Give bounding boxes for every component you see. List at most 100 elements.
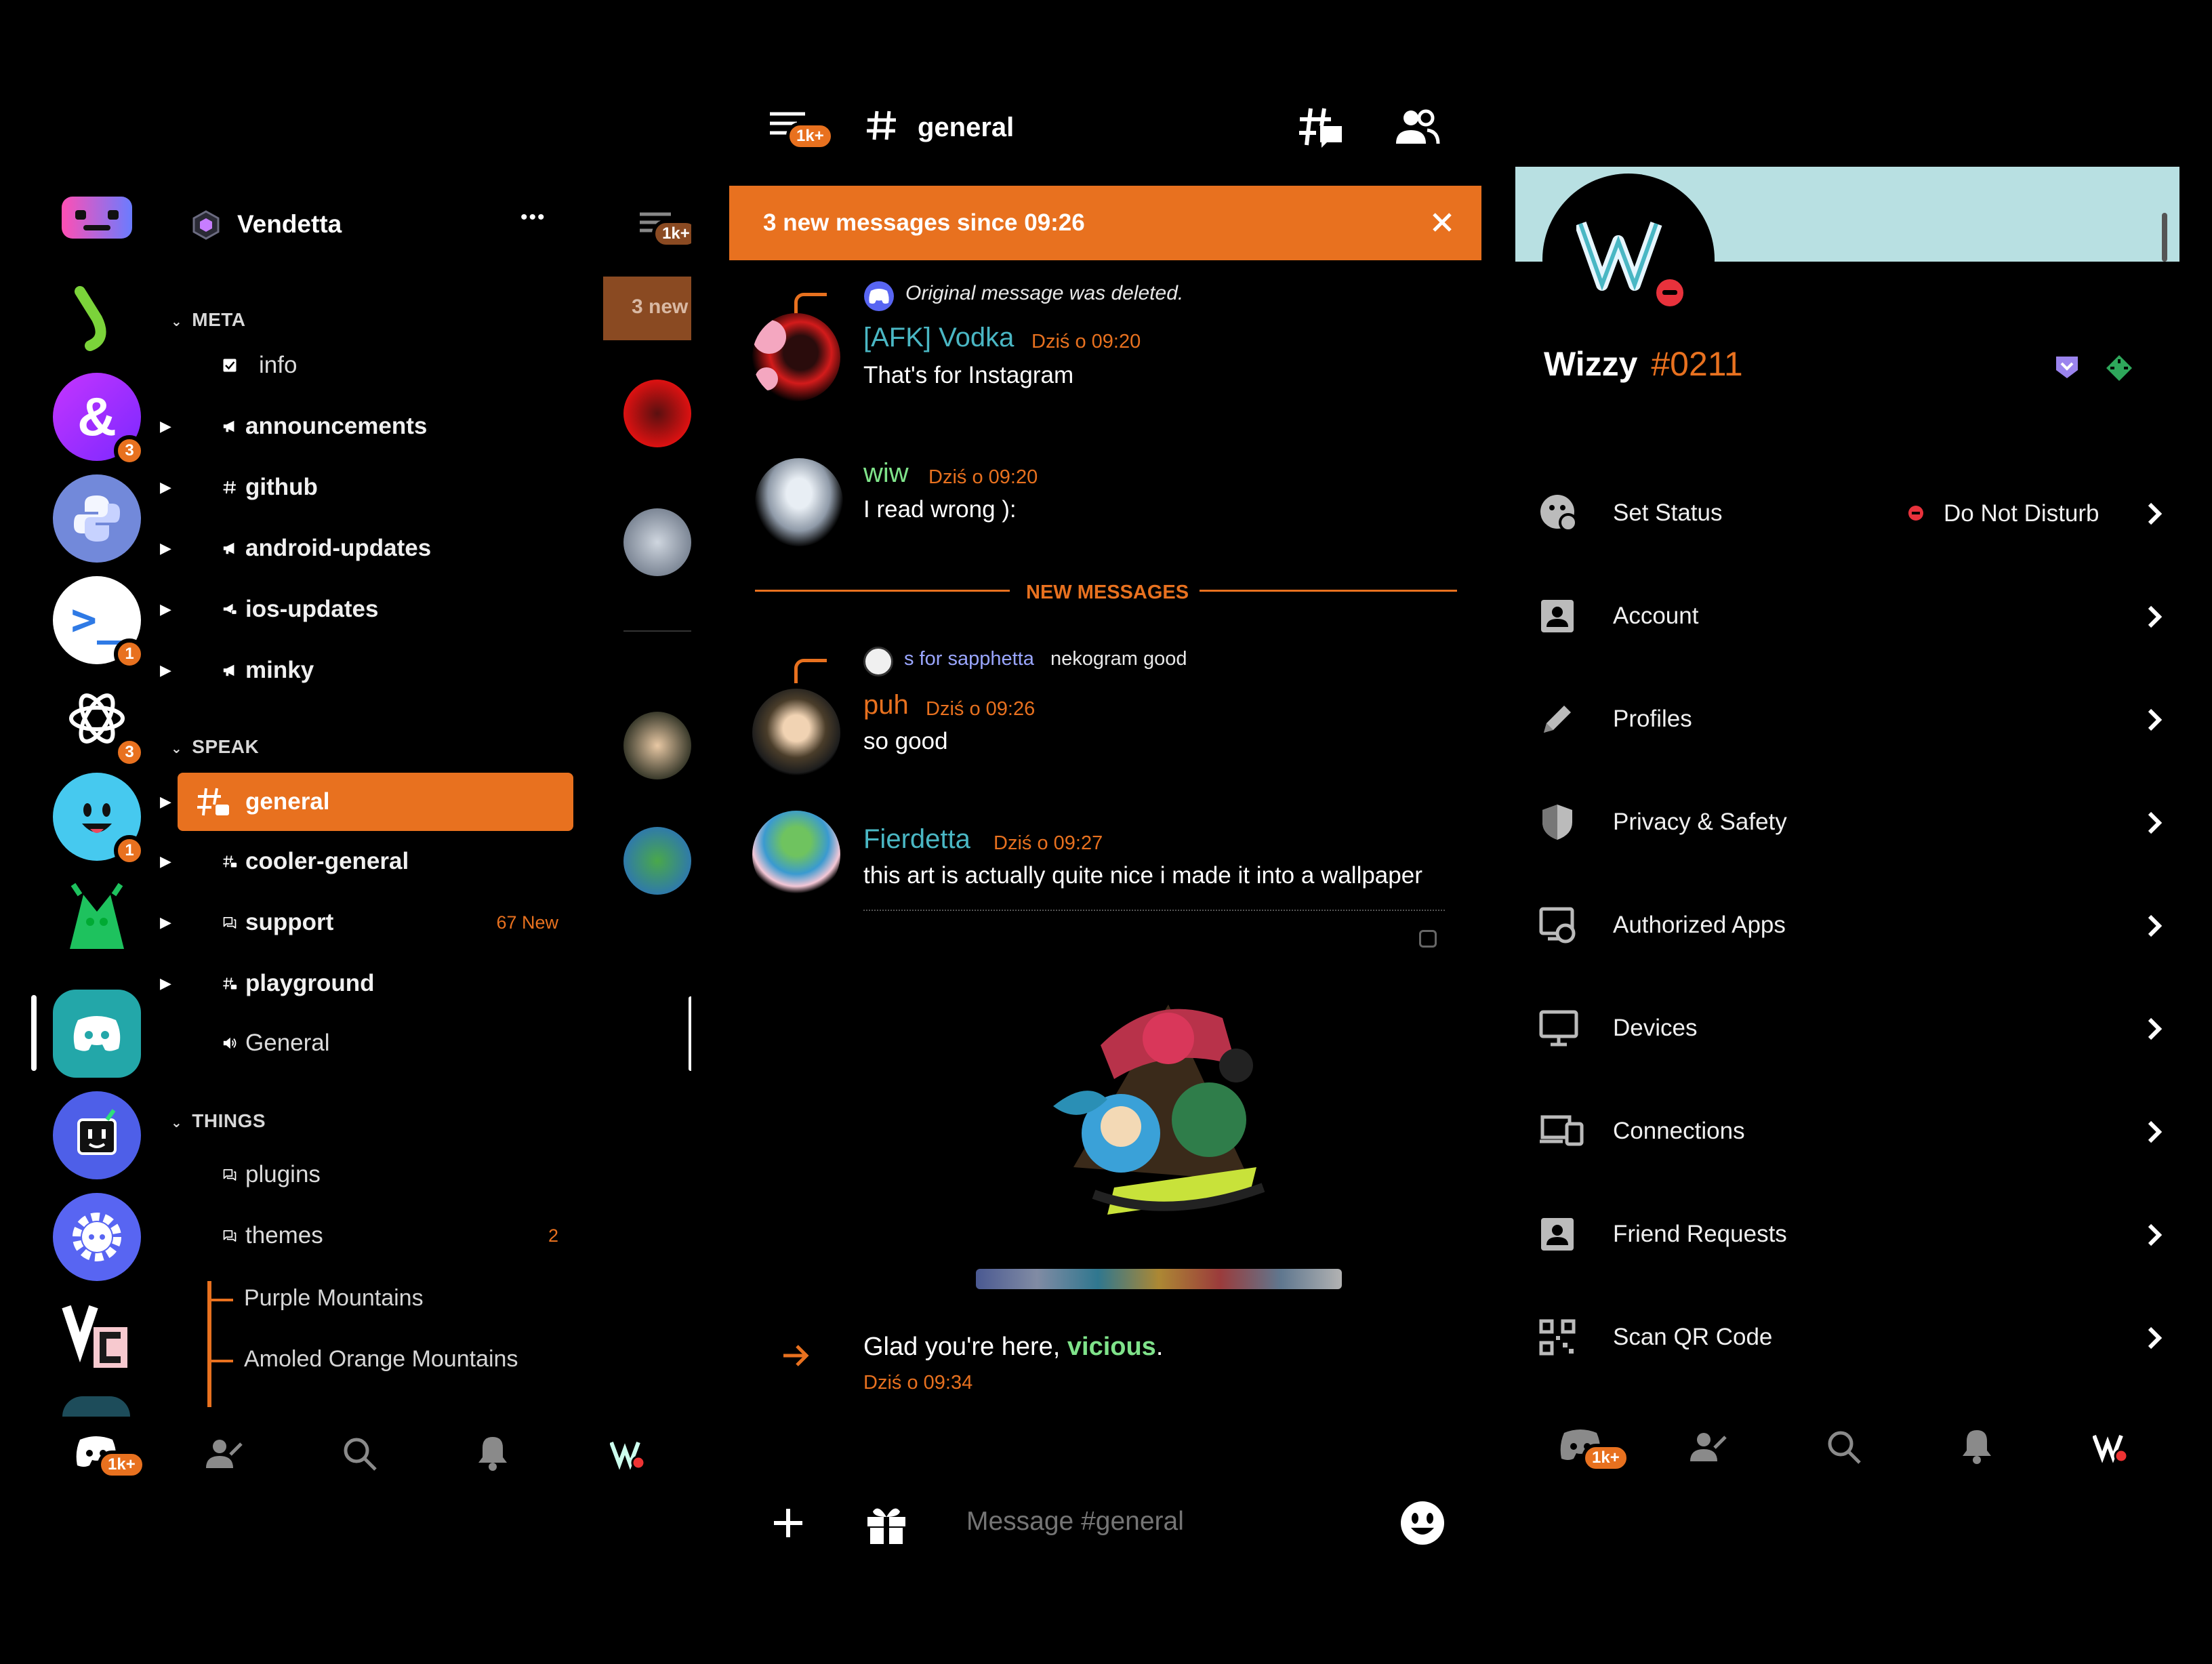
message-author[interactable]: Fierdetta (863, 824, 970, 855)
banner-text: 3 new messages since 09:26 (763, 209, 1085, 236)
channel-label: support (245, 909, 334, 935)
join-arrow-icon (781, 1342, 811, 1369)
vendetta-logo-icon (62, 197, 132, 239)
reply-text: nekogram good (1050, 648, 1187, 670)
message[interactable]: Original message was deleted. [AFK] Vodk… (752, 271, 1471, 413)
channel-info[interactable]: info (160, 338, 575, 393)
guild-more-button[interactable]: ••• (520, 206, 546, 229)
server-bot[interactable] (53, 1091, 141, 1179)
avatar[interactable] (752, 313, 840, 401)
server-green-character[interactable] (53, 874, 141, 962)
profile-scrollbar[interactable] (2162, 213, 2167, 262)
close-icon[interactable] (1431, 211, 1453, 233)
forum-icon (190, 1159, 237, 1190)
server-vendetta[interactable] (53, 176, 141, 264)
message-time: Dziś o 09:20 (928, 466, 1038, 488)
server-ampersand[interactable]: & 3 (53, 373, 145, 466)
channel-themes[interactable]: themes 2 (160, 1208, 575, 1263)
new-messages-banner[interactable]: 3 new messages since 09:26 (729, 186, 1481, 260)
scan-qr-row[interactable]: Scan QR Code (1538, 1286, 2169, 1388)
connections-row[interactable]: Connections (1538, 1080, 2169, 1182)
search-icon[interactable] (342, 1436, 378, 1472)
channel-minky[interactable]: ▶ minky (160, 643, 575, 698)
server-openai[interactable]: 3 (53, 674, 145, 768)
category-speak[interactable]: ⌄ SPEAK (171, 736, 259, 758)
megaphone-thread-icon (190, 594, 237, 624)
message-author[interactable]: wiw (863, 458, 909, 489)
members-icon[interactable] (1393, 108, 1441, 146)
avatar[interactable] (755, 458, 843, 546)
settings-label: Scan QR Code (1613, 1324, 1773, 1350)
gift-icon[interactable] (865, 1502, 908, 1545)
channel-plugins[interactable]: plugins (160, 1147, 575, 1202)
friends-icon[interactable] (1687, 1430, 1728, 1464)
channel-github[interactable]: ▶ github (160, 460, 575, 515)
category-things[interactable]: ⌄ THINGS (171, 1110, 266, 1132)
channel-label: github (245, 474, 318, 500)
plus-icon[interactable] (771, 1506, 805, 1540)
reply-author[interactable]: s for sapphetta (904, 648, 1034, 670)
avatar[interactable] (752, 811, 840, 899)
server-green-arc[interactable] (53, 275, 141, 363)
thread-purple-mountains[interactable]: Purple Mountains (244, 1285, 424, 1312)
channel-playground[interactable]: ▶ playground (160, 956, 575, 1011)
channel-general-voice[interactable]: General (160, 1015, 575, 1071)
channel-support[interactable]: ▶ support 67 New (160, 895, 575, 950)
message-author[interactable]: puh (863, 690, 909, 721)
privacy-safety-row[interactable]: Privacy & Safety (1538, 771, 2169, 873)
message-author[interactable]: [AFK] Vodka (863, 323, 1014, 353)
thread-amoled-orange-mountains[interactable]: Amoled Orange Mountains (244, 1346, 518, 1373)
peek-panel: 1k+ 3 new (603, 197, 691, 1417)
expand-arrow-icon: ▶ (160, 418, 171, 434)
megaphone-icon (190, 655, 237, 685)
server-python[interactable] (53, 474, 141, 563)
profile-avatar-icon[interactable] (2093, 1433, 2131, 1464)
bell-icon[interactable] (474, 1434, 511, 1472)
settings-label: Devices (1613, 1015, 1698, 1041)
message[interactable]: s for sapphetta nekogram good puh Dziś o… (752, 641, 1471, 777)
guild-header[interactable]: Vendetta ••• (191, 203, 557, 251)
channel-ios-updates[interactable]: ▶ ios-updates (160, 582, 575, 637)
join-username[interactable]: vicious (1067, 1333, 1156, 1361)
bell-icon[interactable] (1959, 1427, 1995, 1465)
message[interactable]: Fierdetta Dziś o 09:27 this art is actua… (752, 811, 1471, 912)
reply-connector (794, 659, 827, 683)
join-message[interactable]: Glad you're here, vicious. Dziś o 09:34 (773, 1328, 1450, 1403)
server-vc[interactable] (53, 1293, 141, 1381)
channel-general[interactable]: general (178, 773, 573, 831)
search-icon[interactable] (1826, 1429, 1862, 1465)
channel-label: cooler-general (245, 848, 409, 874)
server-smiley[interactable]: 1 (53, 773, 145, 866)
server-gear[interactable] (53, 1193, 141, 1281)
authorized-apps-icon (1538, 906, 1613, 944)
message[interactable]: wiw Dziś o 09:20 I read wrong ): (752, 451, 1471, 553)
channel-label: general (245, 788, 330, 815)
channel-android-updates[interactable]: ▶ android-updates (160, 521, 575, 576)
green-arc-icon (75, 286, 106, 351)
category-meta[interactable]: ⌄ META (171, 309, 246, 331)
peek-avatar (623, 712, 691, 779)
set-status-row[interactable]: Set Status Do Not Disturb (1538, 462, 2169, 564)
profile-avatar-icon[interactable] (610, 1440, 648, 1471)
qr-code-icon (1538, 1318, 1613, 1356)
message-attachment-image[interactable] (863, 910, 1445, 1303)
profile-avatar[interactable] (1542, 174, 1715, 346)
pencil-icon (1538, 700, 1613, 738)
emoji-icon[interactable] (1399, 1499, 1446, 1547)
server-teal-discord[interactable] (53, 990, 141, 1078)
devices-row[interactable]: Devices (1538, 977, 2169, 1079)
friend-requests-row[interactable]: Friend Requests (1538, 1183, 2169, 1285)
account-row[interactable]: Account (1538, 565, 2169, 667)
chevron-right-icon (2142, 500, 2169, 527)
peek-scrollbar[interactable] (689, 996, 691, 1071)
server-terminal[interactable]: >_ 1 (53, 576, 145, 670)
profiles-row[interactable]: Profiles (1538, 668, 2169, 770)
threads-icon[interactable] (1296, 106, 1345, 149)
friends-icon[interactable] (203, 1437, 244, 1471)
avatar[interactable] (752, 689, 840, 777)
channel-cooler-general[interactable]: ▶ cooler-general (160, 834, 575, 889)
channel-announcements[interactable]: ▶ announcements (160, 399, 575, 454)
message-text: I read wrong ): (863, 496, 1017, 523)
message-input[interactable] (966, 1498, 1400, 1545)
authorized-apps-row[interactable]: Authorized Apps (1538, 874, 2169, 976)
